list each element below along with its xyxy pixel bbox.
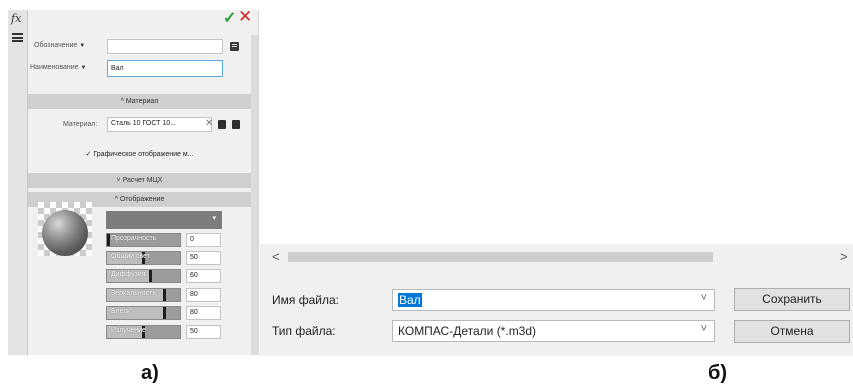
property-value-input[interactable]: 60 (186, 269, 221, 283)
material-library-icon[interactable] (218, 120, 226, 129)
checkmark-icon[interactable]: ✓ (223, 10, 236, 28)
filetype-label: Тип файла: (272, 324, 336, 338)
property-slider[interactable]: Излучение (106, 325, 181, 339)
caption-b: б) (708, 362, 728, 384)
filetype-value: КОМПАС-Детали (*.m3d) (398, 324, 537, 338)
filename-combobox[interactable]: Вал ˅ (392, 289, 715, 311)
slider-handle[interactable] (107, 234, 110, 246)
slider-handle[interactable] (163, 307, 167, 319)
panel-left-toolbar: fx (8, 10, 28, 355)
designation-label-text: Обозначение (34, 42, 78, 49)
caption-a: а) (141, 362, 159, 384)
property-name: Блеск (111, 308, 131, 315)
designation-label[interactable]: Обозначение ▼ (34, 42, 85, 49)
property-row: Блеск 80 (106, 306, 231, 320)
designation-input[interactable] (107, 39, 223, 54)
property-slider[interactable]: Прозрачность (106, 233, 181, 247)
name-input[interactable]: Вал (107, 60, 223, 77)
material-edit-icon[interactable] (232, 120, 240, 129)
properties-panel: fx ✓ ✕ Обозначение ▼ Наименование ▼ Вал … (8, 10, 259, 355)
scroll-right-icon[interactable]: > (840, 249, 848, 264)
scroll-left-icon[interactable]: < (272, 249, 280, 264)
filetype-combobox[interactable]: КОМПАС-Детали (*.m3d) ˅ (392, 320, 715, 342)
property-name: Прозрачность (111, 235, 157, 242)
panel-scrollbar[interactable] (251, 35, 258, 355)
slider-handle[interactable] (163, 289, 167, 301)
property-value-input[interactable]: 80 (186, 288, 221, 302)
mass-calc-section-header[interactable]: ˅ Расчет МЦХ (28, 173, 251, 188)
chevron-down-icon[interactable]: ˅ (701, 323, 707, 335)
property-name: Диффузия (111, 271, 146, 278)
property-slider[interactable]: Общий свет (106, 251, 181, 265)
save-button[interactable]: Сохранить (734, 288, 850, 311)
property-slider[interactable]: Блеск (106, 306, 181, 320)
save-dialog: < > Имя файла: Вал ˅ Сохранить Тип файла… (260, 244, 853, 356)
menu-icon[interactable] (12, 33, 23, 42)
property-value-input[interactable]: 80 (186, 306, 221, 320)
material-field[interactable]: Сталь 10 ГОСТ 10... (107, 117, 212, 132)
filename-label: Имя файла: (272, 293, 339, 307)
slider-handle[interactable] (148, 270, 152, 282)
fx-icon[interactable]: fx (11, 12, 21, 25)
property-row: Излучение 50 (106, 325, 231, 339)
material-section-header[interactable]: ^ Материал (28, 94, 251, 109)
property-value-input[interactable]: 0 (186, 233, 221, 247)
material-label: Материал: (63, 121, 98, 128)
close-icon[interactable]: ✕ (238, 10, 252, 27)
property-slider[interactable]: Зеркальность (106, 288, 181, 302)
book-icon[interactable] (230, 42, 239, 51)
chevron-down-icon: ▼ (80, 65, 87, 71)
graphic-display-header[interactable]: ✓ Графическое отображение м... (28, 150, 251, 158)
property-value-input[interactable]: 50 (186, 251, 221, 265)
material-clear-icon[interactable]: ✕ (205, 118, 213, 129)
property-row: Общий свет 50 (106, 251, 231, 265)
property-name: Общий свет (111, 253, 150, 260)
property-value-input[interactable]: 50 (186, 325, 221, 339)
property-slider[interactable]: Диффузия (106, 269, 181, 283)
horizontal-scrollbar[interactable]: < > (260, 244, 853, 270)
property-row: Прозрачность 0 (106, 233, 231, 247)
chevron-down-icon: ▼ (79, 43, 86, 49)
property-name: Излучение (111, 327, 146, 334)
appearance-dropdown[interactable]: ▾ (106, 211, 222, 229)
cancel-button[interactable]: Отмена (734, 320, 850, 343)
name-label-text: Наименование (30, 64, 79, 71)
property-row: Зеркальность 80 (106, 288, 231, 302)
material-preview-sphere (42, 210, 88, 256)
chevron-down-icon[interactable]: ˅ (701, 292, 707, 304)
scrollbar-track[interactable] (288, 252, 713, 262)
property-row: Диффузия 60 (106, 269, 231, 283)
filename-value[interactable]: Вал (398, 293, 422, 307)
property-name: Зеркальность (111, 290, 156, 297)
chevron-down-icon: ▾ (212, 215, 216, 222)
name-label[interactable]: Наименование ▼ (30, 64, 86, 71)
